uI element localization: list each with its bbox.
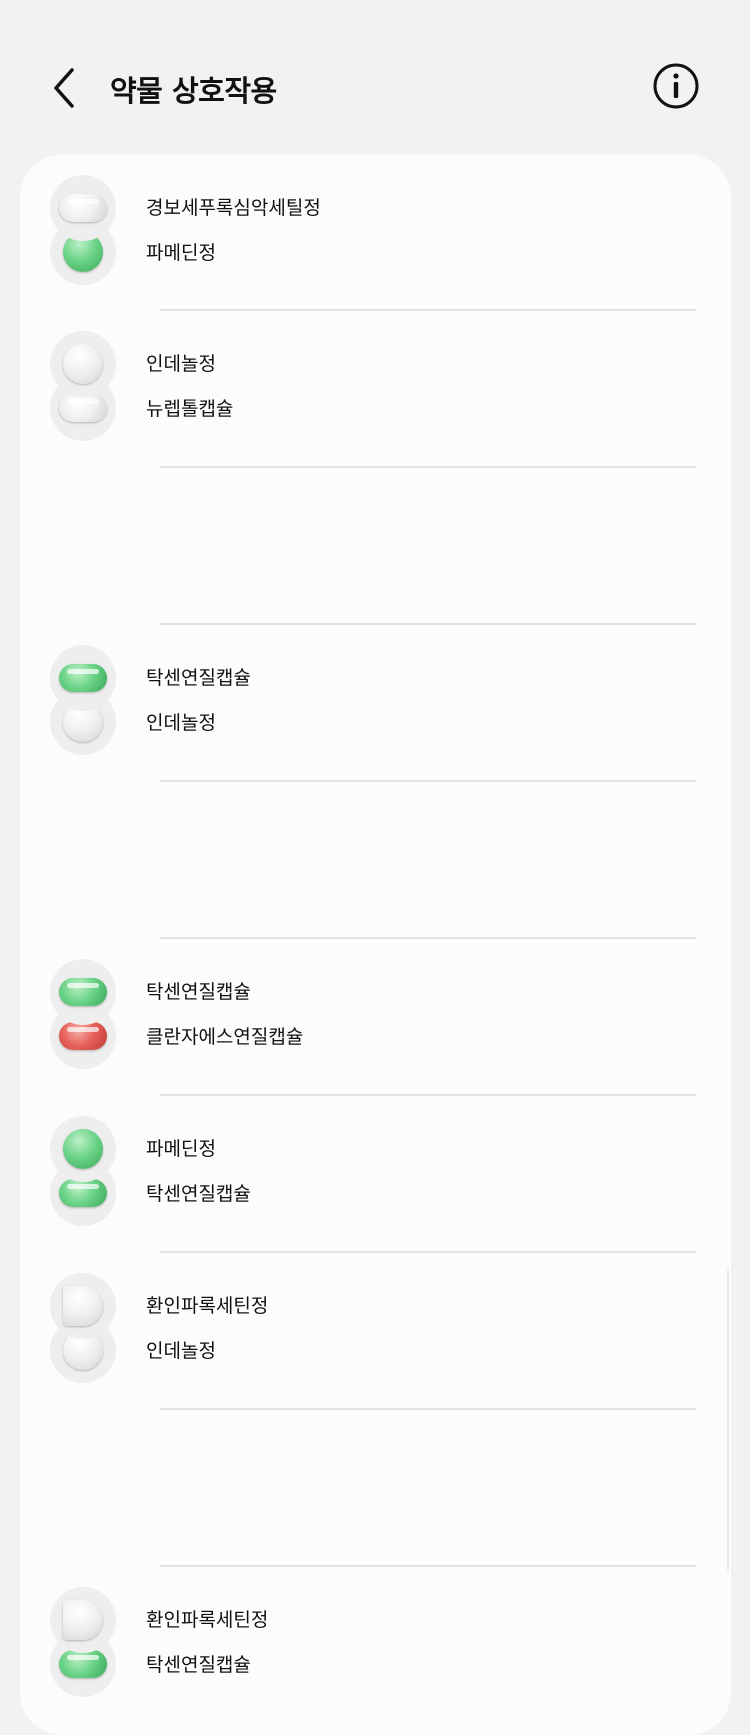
drug-name: 뉴렙톨캡슐: [146, 398, 234, 420]
white-capsule-pill-icon: [59, 194, 107, 222]
divider: [160, 466, 696, 468]
drug-name: 파메딘정: [146, 1138, 216, 1160]
drug-name: 탁센연질캡슐: [146, 667, 251, 689]
red-capsule-pill-icon: [59, 1022, 107, 1050]
interaction-list-card: 경보세푸록심악세틸정 파메딘정 인데놀정 뉴렙톨캡슐 탁센연질캡슐 인데놀정 탁…: [20, 155, 731, 1735]
white-d-shaped-pill-icon: [63, 1286, 103, 1326]
drug-name: 경보세푸록심악세틸정: [146, 197, 321, 219]
info-circle-icon: [653, 63, 699, 109]
drug-name: 탁센연질캡슐: [146, 981, 251, 1003]
drug-name: 탁센연질캡슐: [146, 1654, 251, 1676]
white-round-pill-icon: [63, 344, 103, 384]
green-capsule-pill-icon: [59, 664, 107, 692]
divider: [160, 309, 696, 311]
divider: [160, 1094, 696, 1096]
divider: [160, 623, 696, 625]
drug-name: 탁센연질캡슐: [146, 1183, 251, 1205]
green-capsule-pill-icon: [59, 1650, 107, 1678]
drug-name: 환인파록세틴정: [146, 1609, 269, 1631]
green-round-pill-icon: [63, 1129, 103, 1169]
white-capsule-pill-icon: [59, 394, 107, 422]
divider: [160, 1408, 696, 1410]
green-capsule-pill-icon: [59, 978, 107, 1006]
drug-name: 인데놀정: [146, 712, 216, 734]
page-title: 약물 상호작용: [110, 74, 277, 108]
divider: [160, 1565, 696, 1567]
green-capsule-pill-icon: [59, 1179, 107, 1207]
drug-name: 파메딘정: [146, 242, 216, 264]
info-button[interactable]: [652, 62, 700, 110]
chevron-left-icon: [54, 68, 74, 108]
drug-name: 환인파록세틴정: [146, 1295, 269, 1317]
divider: [160, 937, 696, 939]
scrollbar[interactable]: [727, 1270, 729, 1570]
drug-name: 클란자에스연질캡슐: [146, 1026, 304, 1048]
drug-name: 인데놀정: [146, 353, 216, 375]
drug-name: 인데놀정: [146, 1340, 216, 1362]
white-d-shaped-pill-icon: [63, 1600, 103, 1640]
app-header: 약물 상호작용: [0, 0, 750, 160]
divider: [160, 1251, 696, 1253]
divider: [160, 780, 696, 782]
back-button[interactable]: [44, 64, 84, 112]
